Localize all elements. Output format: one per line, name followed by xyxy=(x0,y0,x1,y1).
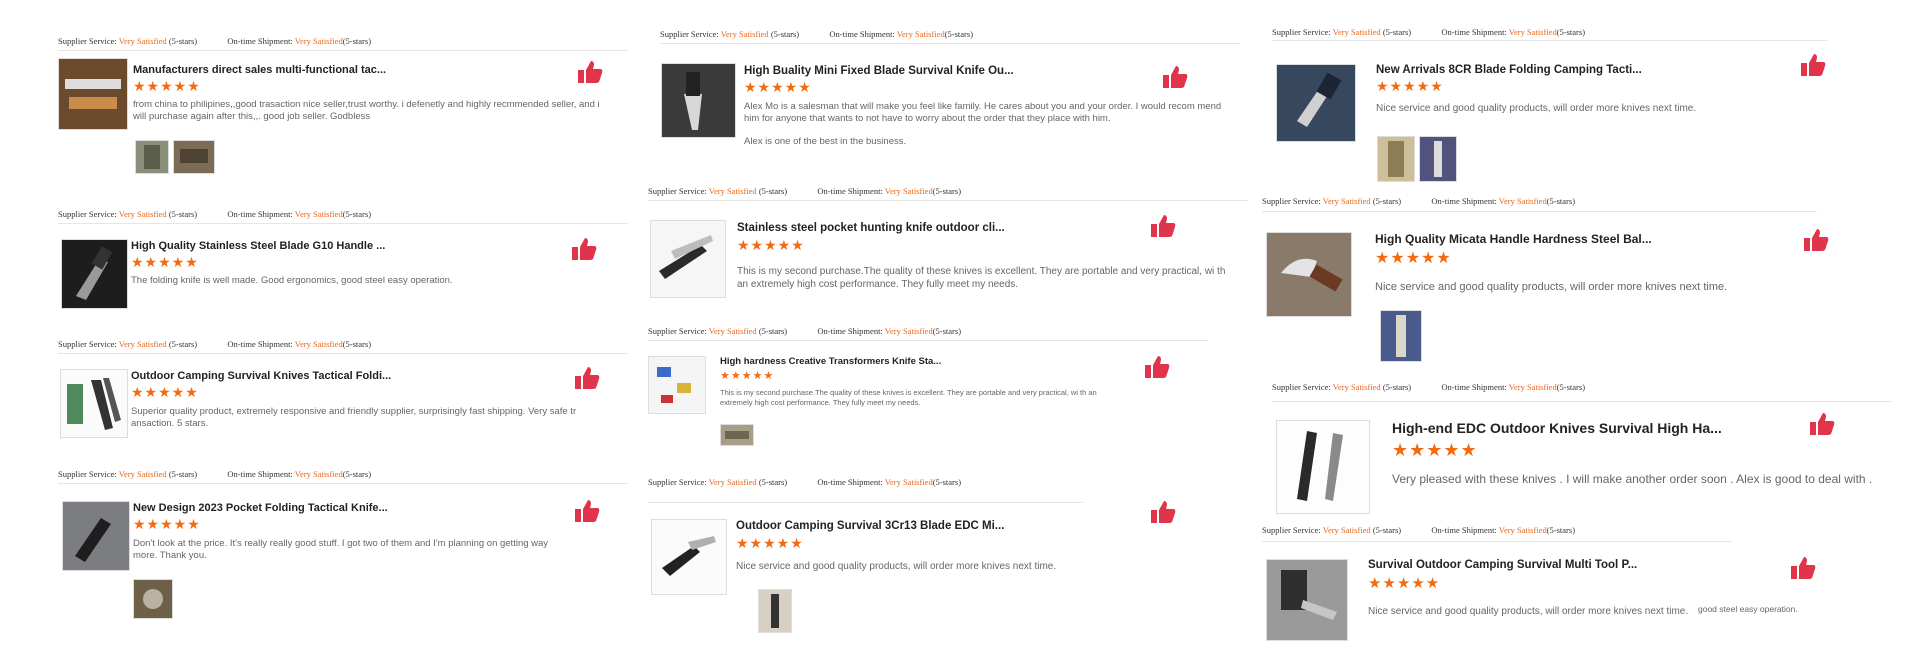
thumbs-up-icon[interactable] xyxy=(1800,53,1826,77)
product-image[interactable] xyxy=(661,63,736,138)
review-card: Supplier Service: Very Satisfied (5-star… xyxy=(58,36,638,196)
product-image[interactable] xyxy=(1276,64,1356,142)
review-text: Very pleased with these knives . I will … xyxy=(1392,472,1873,486)
star-rating: ★★★★★ xyxy=(1392,440,1478,460)
rating-meta: Supplier Service: Very Satisfied (5-star… xyxy=(648,326,962,336)
review-text: Nice service and good quality products, … xyxy=(736,561,1057,572)
review-text: Nice service and good quality products, … xyxy=(1376,103,1697,114)
thumbs-up-icon[interactable] xyxy=(571,237,597,261)
review-photo[interactable] xyxy=(720,424,754,446)
product-image[interactable] xyxy=(648,356,706,414)
review-card: Supplier Service: Very Satisfied (5-star… xyxy=(58,469,638,639)
thumbs-up-icon[interactable] xyxy=(1150,214,1176,238)
review-text-extra: Alex is one of the best in the business. xyxy=(744,136,907,147)
thumbs-up-icon[interactable] xyxy=(1803,228,1829,252)
review-card: Supplier Service: Very Satisfied (5-star… xyxy=(1262,196,1862,366)
product-title[interactable]: Outdoor Camping Survival Knives Tactical… xyxy=(131,370,391,382)
review-card: Supplier Service: Very Satisfied (5-star… xyxy=(648,477,1208,637)
review-text-extra: good steel easy operation. xyxy=(1698,604,1798,614)
review-text: Don't look at the price. It's really rea… xyxy=(133,538,549,562)
review-card: Supplier Service: Very Satisfied (5-star… xyxy=(58,339,638,459)
thumbs-up-icon[interactable] xyxy=(574,366,600,390)
product-image[interactable] xyxy=(650,220,726,298)
rating-meta: Supplier Service: Very Satisfied (5-star… xyxy=(58,339,372,349)
thumbs-up-icon[interactable] xyxy=(1144,355,1170,379)
product-image[interactable] xyxy=(1266,559,1348,641)
star-rating: ★★★★★ xyxy=(133,516,201,532)
thumbs-up-icon[interactable] xyxy=(1150,500,1176,524)
review-text: Alex Mo is a salesman that will make you… xyxy=(744,101,1222,125)
rating-meta: Supplier Service: Very Satisfied (5-star… xyxy=(1272,382,1586,392)
review-photo[interactable] xyxy=(173,140,215,174)
product-title[interactable]: New Design 2023 Pocket Folding Tactical … xyxy=(133,502,388,514)
review-text: Superior quality product, extremely resp… xyxy=(131,406,577,430)
product-image[interactable] xyxy=(60,369,128,438)
review-text: This is my second purchase.The quality o… xyxy=(737,266,1226,290)
thumbs-up-icon[interactable] xyxy=(1809,412,1835,436)
star-rating: ★★★★★ xyxy=(1375,250,1452,267)
star-rating: ★★★★★ xyxy=(1376,78,1444,94)
product-title[interactable]: High Quality Stainless Steel Blade G10 H… xyxy=(131,240,385,252)
review-card: Supplier Service: Very Satisfied (5-star… xyxy=(648,326,1208,456)
star-rating: ★★★★★ xyxy=(131,254,199,270)
review-text: The folding knife is well made. Good erg… xyxy=(131,275,453,286)
review-photo[interactable] xyxy=(1380,310,1422,362)
rating-meta: Supplier Service: Very Satisfied (5-star… xyxy=(58,469,372,479)
star-rating: ★★★★★ xyxy=(737,237,805,253)
review-text: from china to philipines,,good trasactio… xyxy=(133,99,600,123)
rating-meta: Supplier Service: Very Satisfied (5-star… xyxy=(648,186,962,196)
product-image[interactable] xyxy=(61,239,128,309)
product-title[interactable]: High Buality Mini Fixed Blade Survival K… xyxy=(744,65,1014,77)
rating-meta: Supplier Service: Very Satisfied (5-star… xyxy=(58,36,372,46)
star-rating: ★★★★★ xyxy=(736,535,804,551)
star-rating: ★★★★★ xyxy=(744,79,812,95)
review-card: Supplier Service: Very Satisfied (5-star… xyxy=(1272,27,1852,187)
product-title[interactable]: Stainless steel pocket hunting knife out… xyxy=(737,222,1005,234)
product-image[interactable] xyxy=(651,519,727,595)
review-card: Supplier Service: Very Satisfied (5-star… xyxy=(1272,382,1902,532)
product-image[interactable] xyxy=(1266,232,1352,317)
rating-meta: Supplier Service: Very Satisfied (5-star… xyxy=(648,477,962,487)
rating-meta: Supplier Service: Very Satisfied (5-star… xyxy=(1262,196,1576,206)
star-rating: ★★★★★ xyxy=(131,384,199,400)
review-card: Supplier Service: Very Satisfied (5-star… xyxy=(648,186,1248,306)
review-photo[interactable] xyxy=(1419,136,1457,182)
review-photo[interactable] xyxy=(1377,136,1415,182)
review-text: This is my second purchase.The quality o… xyxy=(720,388,1097,407)
product-title[interactable]: New Arrivals 8CR Blade Folding Camping T… xyxy=(1376,64,1642,76)
thumbs-up-icon[interactable] xyxy=(1162,65,1188,89)
product-title[interactable]: High Quality Micata Handle Hardness Stee… xyxy=(1375,232,1652,246)
product-image[interactable] xyxy=(58,58,128,130)
product-image[interactable] xyxy=(1276,420,1370,514)
review-photo[interactable] xyxy=(133,579,173,619)
product-title[interactable]: High-end EDC Outdoor Knives Survival Hig… xyxy=(1392,420,1722,436)
review-card: Supplier Service: Very Satisfied (5-star… xyxy=(660,29,1250,169)
thumbs-up-icon[interactable] xyxy=(574,499,600,523)
product-image[interactable] xyxy=(62,501,130,571)
star-rating: ★★★★★ xyxy=(1368,575,1441,592)
rating-meta: Supplier Service: Very Satisfied (5-star… xyxy=(58,209,372,219)
thumbs-up-icon[interactable] xyxy=(577,60,603,84)
review-text: Nice service and good quality products, … xyxy=(1375,281,1728,293)
thumbs-up-icon[interactable] xyxy=(1790,556,1816,580)
review-card: Supplier Service: Very Satisfied (5-star… xyxy=(1262,525,1862,645)
review-photo[interactable] xyxy=(758,589,792,633)
product-title[interactable]: High hardness Creative Transformers Knif… xyxy=(720,356,941,367)
product-title[interactable]: Outdoor Camping Survival 3Cr13 Blade EDC… xyxy=(736,520,1004,532)
star-rating: ★★★★★ xyxy=(133,78,201,94)
product-title[interactable]: Survival Outdoor Camping Survival Multi … xyxy=(1368,559,1637,571)
product-title[interactable]: Manufacturers direct sales multi-functio… xyxy=(133,64,386,76)
rating-meta: Supplier Service: Very Satisfied (5-star… xyxy=(660,29,974,39)
rating-meta: Supplier Service: Very Satisfied (5-star… xyxy=(1272,27,1586,37)
review-photo[interactable] xyxy=(135,140,169,174)
rating-meta: Supplier Service: Very Satisfied (5-star… xyxy=(1262,525,1576,535)
star-rating: ★★★★★ xyxy=(720,370,775,382)
review-card: Supplier Service: Very Satisfied (5-star… xyxy=(58,209,638,319)
